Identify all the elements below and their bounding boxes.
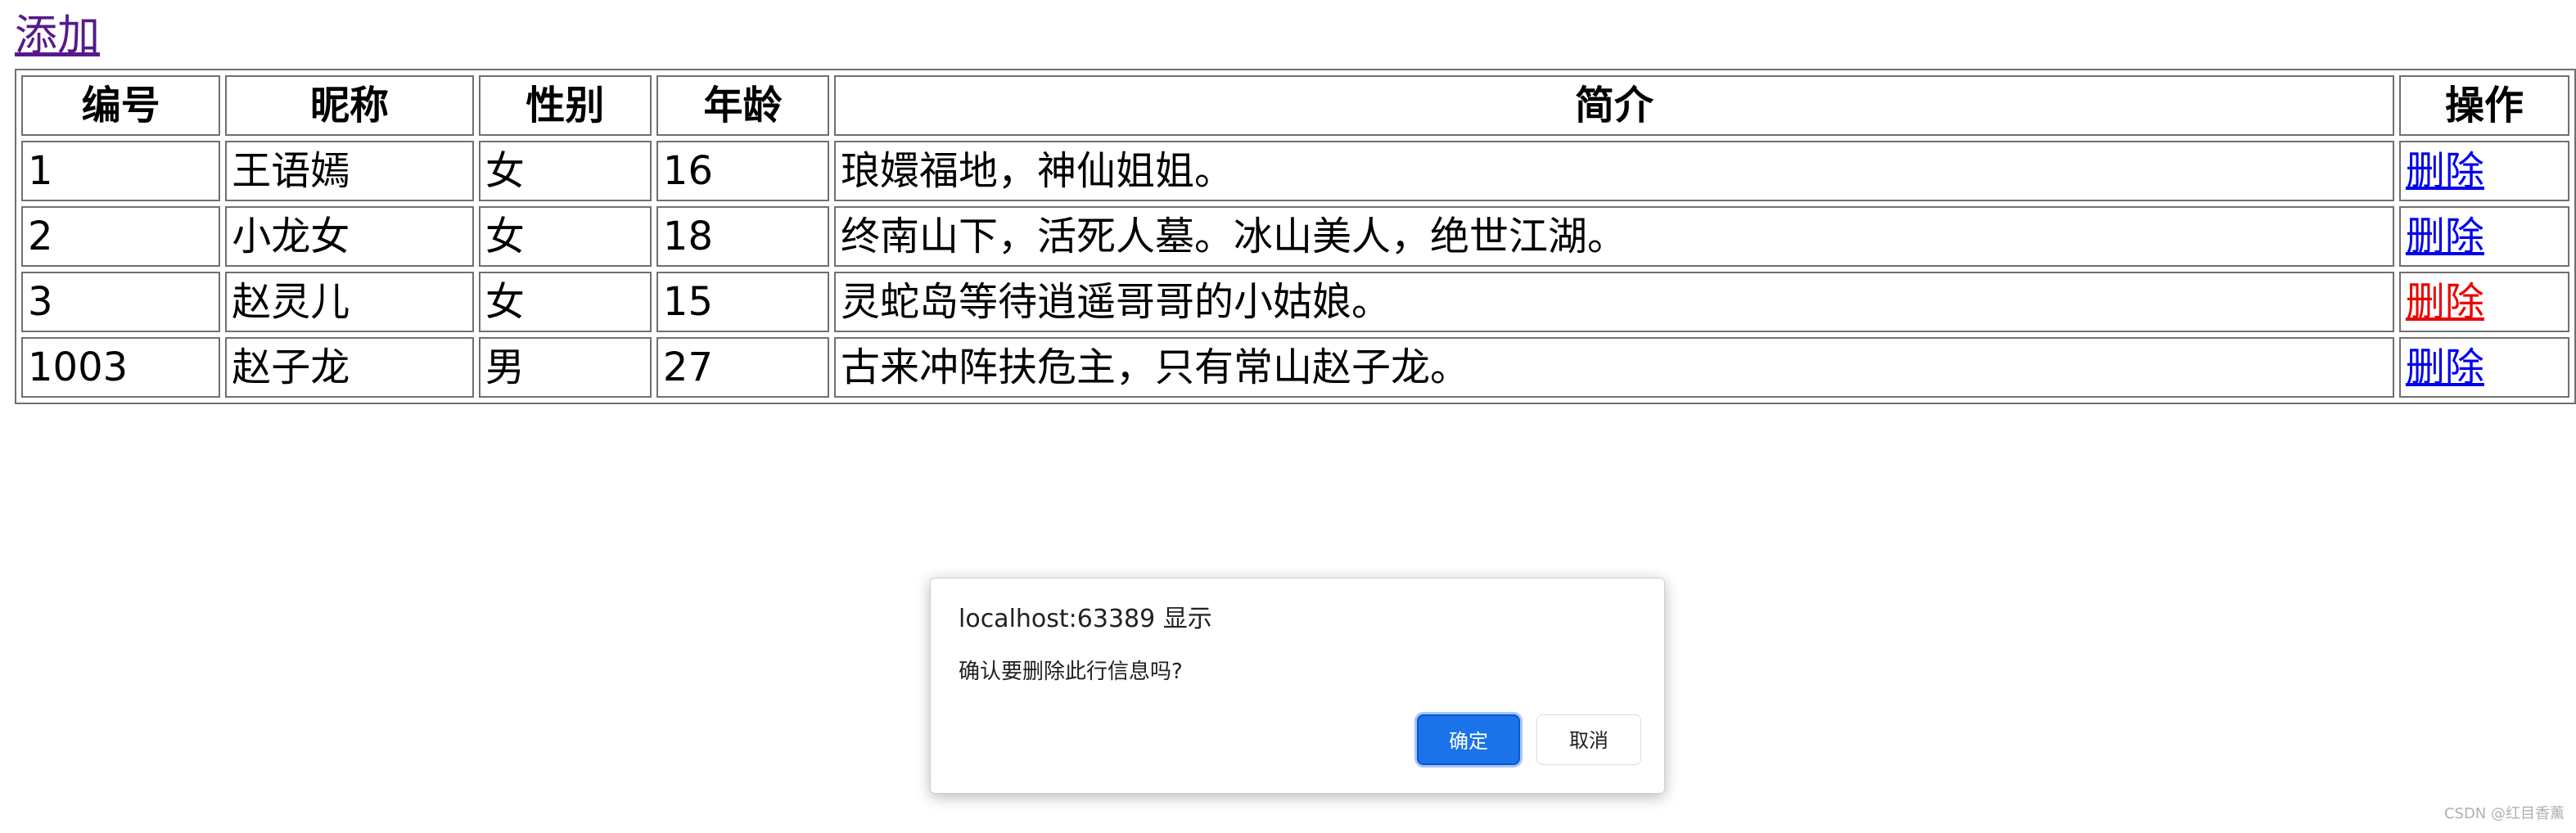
cell-gender: 男 xyxy=(478,337,652,398)
cell-intro: 琅嬛福地，神仙姐姐。 xyxy=(834,141,2394,201)
confirm-dialog: localhost:63389 显示 确认要删除此行信息吗? 确定 取消 xyxy=(930,578,1665,794)
header-intro: 简介 xyxy=(834,75,2394,136)
table-row: 1003 赵子龙 男 27 古来冲阵扶危主，只有常山赵子龙。 删除 xyxy=(21,337,2569,398)
cell-gender: 女 xyxy=(478,141,652,201)
table-row: 1 王语嫣 女 16 琅嬛福地，神仙姐姐。 删除 xyxy=(21,141,2569,201)
table-header-row: 编号 昵称 性别 年龄 简介 操作 xyxy=(21,75,2569,136)
dialog-origin: localhost:63389 显示 xyxy=(959,605,1212,633)
header-nickname: 昵称 xyxy=(225,75,474,136)
cell-age: 27 xyxy=(656,337,829,398)
add-link[interactable]: 添加 xyxy=(15,10,100,62)
delete-link[interactable]: 删除 xyxy=(2406,214,2484,259)
cell-gender: 女 xyxy=(478,272,652,332)
cell-intro: 灵蛇岛等待逍遥哥哥的小姑娘。 xyxy=(834,272,2394,332)
cell-id: 2 xyxy=(21,206,221,267)
cell-intro: 古来冲阵扶危主，只有常山赵子龙。 xyxy=(834,337,2394,398)
cell-nickname: 赵灵儿 xyxy=(225,272,474,332)
cell-id: 1003 xyxy=(21,337,221,398)
delete-link[interactable]: 删除 xyxy=(2406,279,2484,325)
delete-link[interactable]: 删除 xyxy=(2406,148,2484,194)
header-action: 操作 xyxy=(2398,75,2569,136)
cell-age: 16 xyxy=(656,141,829,201)
ok-button[interactable]: 确定 xyxy=(1417,714,1520,765)
dialog-message: 确认要删除此行信息吗? xyxy=(959,660,1183,684)
table-row: 3 赵灵儿 女 15 灵蛇岛等待逍遥哥哥的小姑娘。 删除 xyxy=(21,272,2569,332)
header-age: 年龄 xyxy=(656,75,829,136)
cell-gender: 女 xyxy=(478,206,652,267)
delete-link[interactable]: 删除 xyxy=(2406,344,2484,390)
watermark: CSDN @红目香薰 xyxy=(2443,805,2565,822)
cancel-button[interactable]: 取消 xyxy=(1536,714,1641,765)
cell-action: 删除 xyxy=(2398,141,2569,201)
page: 添加 编号 昵称 性别 年龄 简介 操作 1 王语嫣 女 16 琅嬛福地，神仙姐… xyxy=(0,0,2576,833)
data-table: 编号 昵称 性别 年龄 简介 操作 1 王语嫣 女 16 琅嬛福地，神仙姐姐。 … xyxy=(15,69,2576,404)
cell-nickname: 王语嫣 xyxy=(225,141,474,201)
cell-action: 删除 xyxy=(2398,206,2569,267)
cell-nickname: 赵子龙 xyxy=(225,337,474,398)
cell-id: 3 xyxy=(21,272,221,332)
cell-nickname: 小龙女 xyxy=(225,206,474,267)
cell-age: 15 xyxy=(656,272,829,332)
header-gender: 性别 xyxy=(478,75,652,136)
cell-age: 18 xyxy=(656,206,829,267)
cell-id: 1 xyxy=(21,141,221,201)
cell-intro: 终南山下，活死人墓。冰山美人，绝世江湖。 xyxy=(834,206,2394,267)
cell-action: 删除 xyxy=(2398,337,2569,398)
header-id: 编号 xyxy=(21,75,221,136)
cell-action: 删除 xyxy=(2398,272,2569,332)
table-row: 2 小龙女 女 18 终南山下，活死人墓。冰山美人，绝世江湖。 删除 xyxy=(21,206,2569,267)
